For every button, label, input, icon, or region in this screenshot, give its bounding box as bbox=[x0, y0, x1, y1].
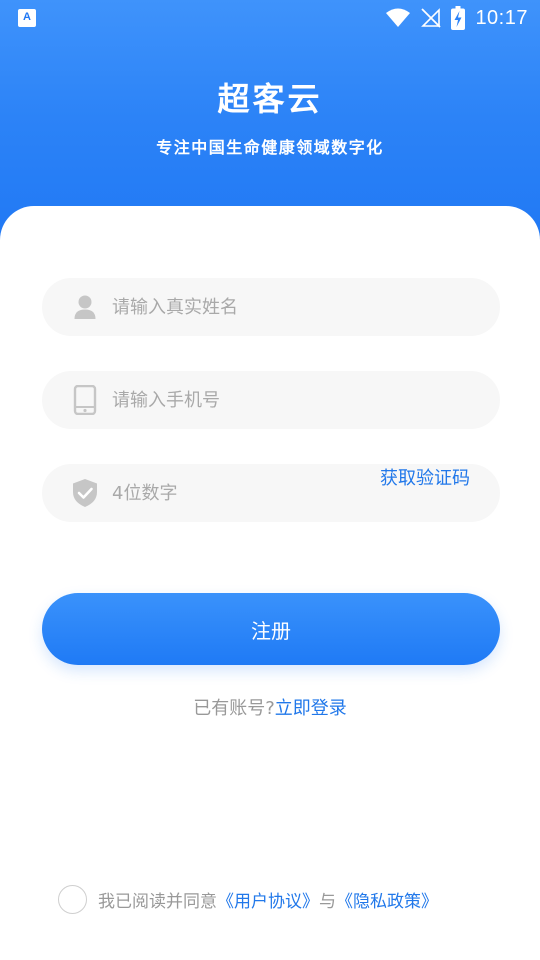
agreement-prefix: 我已阅读并同意 bbox=[98, 891, 217, 912]
brand-title: 超客云 bbox=[217, 80, 323, 118]
status-time: 10:17 bbox=[475, 6, 528, 29]
signal-icon bbox=[421, 8, 442, 28]
code-field[interactable]: 获取验证码 bbox=[42, 464, 500, 522]
name-input[interactable] bbox=[112, 278, 402, 336]
app-notification-icon: A bbox=[18, 9, 36, 27]
user-agreement-link[interactable]: 《用户协议》 bbox=[217, 887, 319, 912]
status-bar: A 10:17 bbox=[0, 0, 540, 36]
login-prompt-text: 已有账号? bbox=[193, 698, 275, 719]
privacy-policy-link[interactable]: 《隐私政策》 bbox=[336, 887, 438, 912]
name-field[interactable] bbox=[42, 278, 500, 336]
phone-icon bbox=[73, 385, 97, 415]
status-icons: 10:17 bbox=[385, 4, 528, 32]
login-prompt: 已有账号?立即登录 bbox=[0, 694, 540, 720]
user-icon bbox=[74, 295, 96, 319]
agreement-connector: 与 bbox=[319, 891, 336, 912]
phone-field[interactable] bbox=[42, 371, 500, 429]
shield-check-icon bbox=[73, 479, 97, 507]
wifi-icon bbox=[386, 8, 411, 27]
code-input[interactable] bbox=[112, 464, 352, 522]
login-link[interactable]: 立即登录 bbox=[275, 698, 347, 719]
agreement-row: 我已阅读并同意 《用户协议》与《隐私政策》 bbox=[58, 884, 438, 914]
battery-icon bbox=[451, 6, 466, 30]
register-button[interactable]: 注册 bbox=[42, 593, 500, 665]
brand-slogan: 专注中国生命健康领域数字化 bbox=[156, 138, 384, 157]
agreement-checkbox[interactable] bbox=[58, 884, 87, 914]
get-code-button[interactable]: 获取验证码 bbox=[380, 464, 470, 522]
phone-input[interactable] bbox=[112, 371, 402, 429]
